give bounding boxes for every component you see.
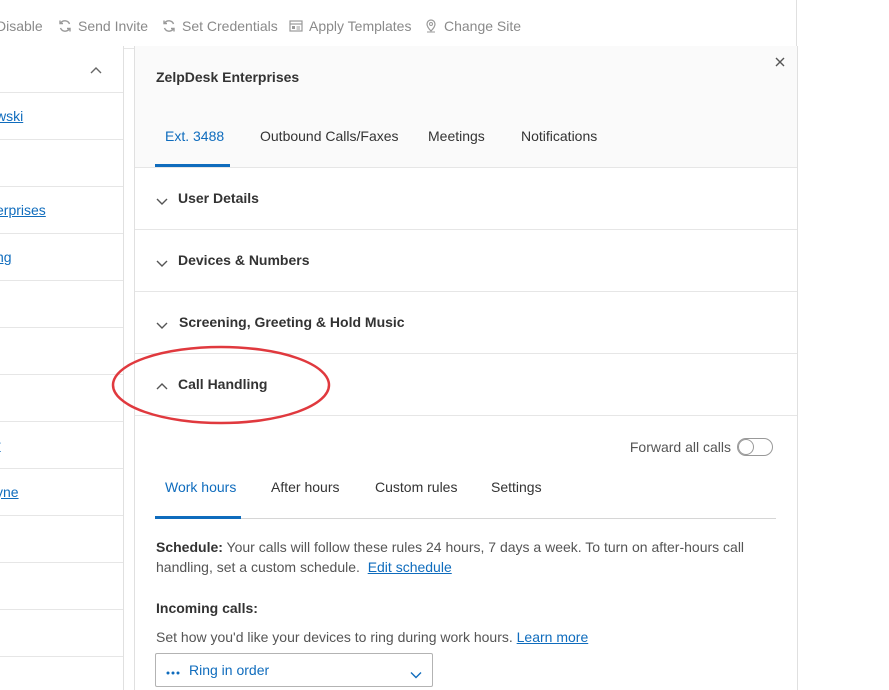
subtab-work-hours[interactable]: Work hours bbox=[165, 479, 236, 495]
learn-more-link[interactable]: Learn more bbox=[517, 629, 589, 645]
apply-templates-label: Apply Templates bbox=[309, 18, 412, 34]
call-handling-subtabs: Work hours After hours Custom rules Sett… bbox=[155, 470, 776, 519]
schedule-label: Schedule: bbox=[156, 539, 223, 555]
subtab-settings[interactable]: Settings bbox=[491, 479, 542, 495]
tab-outbound-calls-faxes[interactable]: Outbound Calls/Faxes bbox=[260, 128, 399, 144]
list-item[interactable] bbox=[0, 328, 123, 375]
chevron-down-icon bbox=[410, 666, 422, 679]
forward-all-toggle[interactable] bbox=[737, 438, 773, 456]
incoming-calls-description: Set how you'd like your devices to ring … bbox=[156, 627, 776, 647]
chevron-up-icon[interactable] bbox=[89, 63, 103, 74]
list-item[interactable] bbox=[0, 375, 123, 422]
tab-notifications[interactable]: Notifications bbox=[521, 128, 597, 144]
chevron-up-icon bbox=[155, 379, 169, 390]
toolbar: Disable Send Invite Set Credentials Appl… bbox=[0, 0, 797, 49]
apply-templates-button[interactable]: Apply Templates bbox=[289, 18, 411, 34]
active-tab-indicator bbox=[155, 164, 230, 167]
list-item[interactable]: erprises bbox=[0, 187, 123, 234]
incoming-text: Set how you'd like your devices to ring … bbox=[156, 629, 513, 645]
active-subtab-indicator bbox=[155, 516, 241, 519]
close-icon[interactable] bbox=[773, 55, 787, 69]
section-screening-greeting[interactable]: Screening, Greeting & Hold Music bbox=[135, 292, 797, 354]
section-label: Devices & Numbers bbox=[178, 252, 310, 268]
set-credentials-button[interactable]: Set Credentials bbox=[162, 18, 278, 34]
section-label: Screening, Greeting & Hold Music bbox=[179, 314, 405, 330]
list-item[interactable]: r bbox=[0, 422, 123, 469]
section-call-handling[interactable]: Call Handling bbox=[135, 354, 797, 416]
section-label: Call Handling bbox=[178, 376, 268, 392]
chevron-down-icon bbox=[155, 193, 169, 205]
details-tabs: Ext. 3488 Outbound Calls/Faxes Meetings … bbox=[135, 106, 797, 168]
send-invite-button[interactable]: Send Invite bbox=[58, 18, 148, 34]
tab-ext[interactable]: Ext. 3488 bbox=[165, 128, 224, 144]
chevron-down-icon bbox=[155, 317, 169, 329]
user-list-panel: wski erprises ng r yne bbox=[0, 46, 124, 690]
user-list-header bbox=[0, 46, 123, 93]
user-link[interactable]: wski bbox=[0, 108, 23, 124]
list-item[interactable]: wski bbox=[0, 93, 123, 140]
disable-label: Disable bbox=[0, 18, 43, 34]
user-link[interactable]: erprises bbox=[0, 202, 46, 218]
chevron-down-icon bbox=[155, 255, 169, 267]
edit-schedule-link[interactable]: Edit schedule bbox=[368, 559, 452, 575]
incoming-calls-heading: Incoming calls: bbox=[156, 600, 258, 616]
change-site-label: Change Site bbox=[444, 18, 522, 34]
list-item[interactable] bbox=[0, 281, 123, 328]
section-user-details[interactable]: User Details bbox=[135, 168, 797, 230]
send-invite-label: Send Invite bbox=[78, 18, 149, 34]
list-item[interactable] bbox=[0, 140, 123, 187]
user-link[interactable]: r bbox=[0, 437, 1, 453]
list-item[interactable] bbox=[0, 516, 123, 563]
refresh-icon bbox=[58, 19, 72, 33]
user-link[interactable]: yne bbox=[0, 484, 19, 500]
user-details-panel: ZelpDesk Enterprises Ext. 3488 Outbound … bbox=[134, 46, 798, 690]
subtab-custom-rules[interactable]: Custom rules bbox=[375, 479, 457, 495]
user-link[interactable]: ng bbox=[0, 249, 12, 265]
details-header: ZelpDesk Enterprises bbox=[135, 46, 797, 107]
list-item[interactable]: ng bbox=[0, 234, 123, 281]
forward-all-calls: Forward all calls bbox=[630, 438, 773, 456]
list-item[interactable]: yne bbox=[0, 469, 123, 516]
template-icon bbox=[289, 19, 303, 33]
list-item[interactable] bbox=[0, 563, 123, 610]
schedule-description: Schedule: Your calls will follow these r… bbox=[156, 537, 776, 577]
section-devices-numbers[interactable]: Devices & Numbers bbox=[135, 230, 797, 292]
subtab-after-hours[interactable]: After hours bbox=[271, 479, 339, 495]
set-credentials-label: Set Credentials bbox=[182, 18, 278, 34]
dots-icon bbox=[166, 665, 180, 675]
ring-mode-value: Ring in order bbox=[189, 662, 270, 678]
list-item[interactable] bbox=[0, 610, 123, 657]
location-pin-icon bbox=[424, 19, 438, 33]
refresh-icon bbox=[162, 19, 176, 33]
page-background bbox=[797, 0, 889, 690]
disable-button[interactable]: Disable bbox=[0, 18, 43, 34]
change-site-button[interactable]: Change Site bbox=[424, 18, 521, 34]
forward-all-label: Forward all calls bbox=[629, 439, 731, 455]
page-title: ZelpDesk Enterprises bbox=[156, 69, 300, 85]
toggle-knob bbox=[738, 439, 754, 455]
tab-meetings[interactable]: Meetings bbox=[428, 128, 485, 144]
ring-mode-select[interactable]: Ring in order bbox=[155, 653, 433, 687]
section-label: User Details bbox=[178, 190, 259, 206]
